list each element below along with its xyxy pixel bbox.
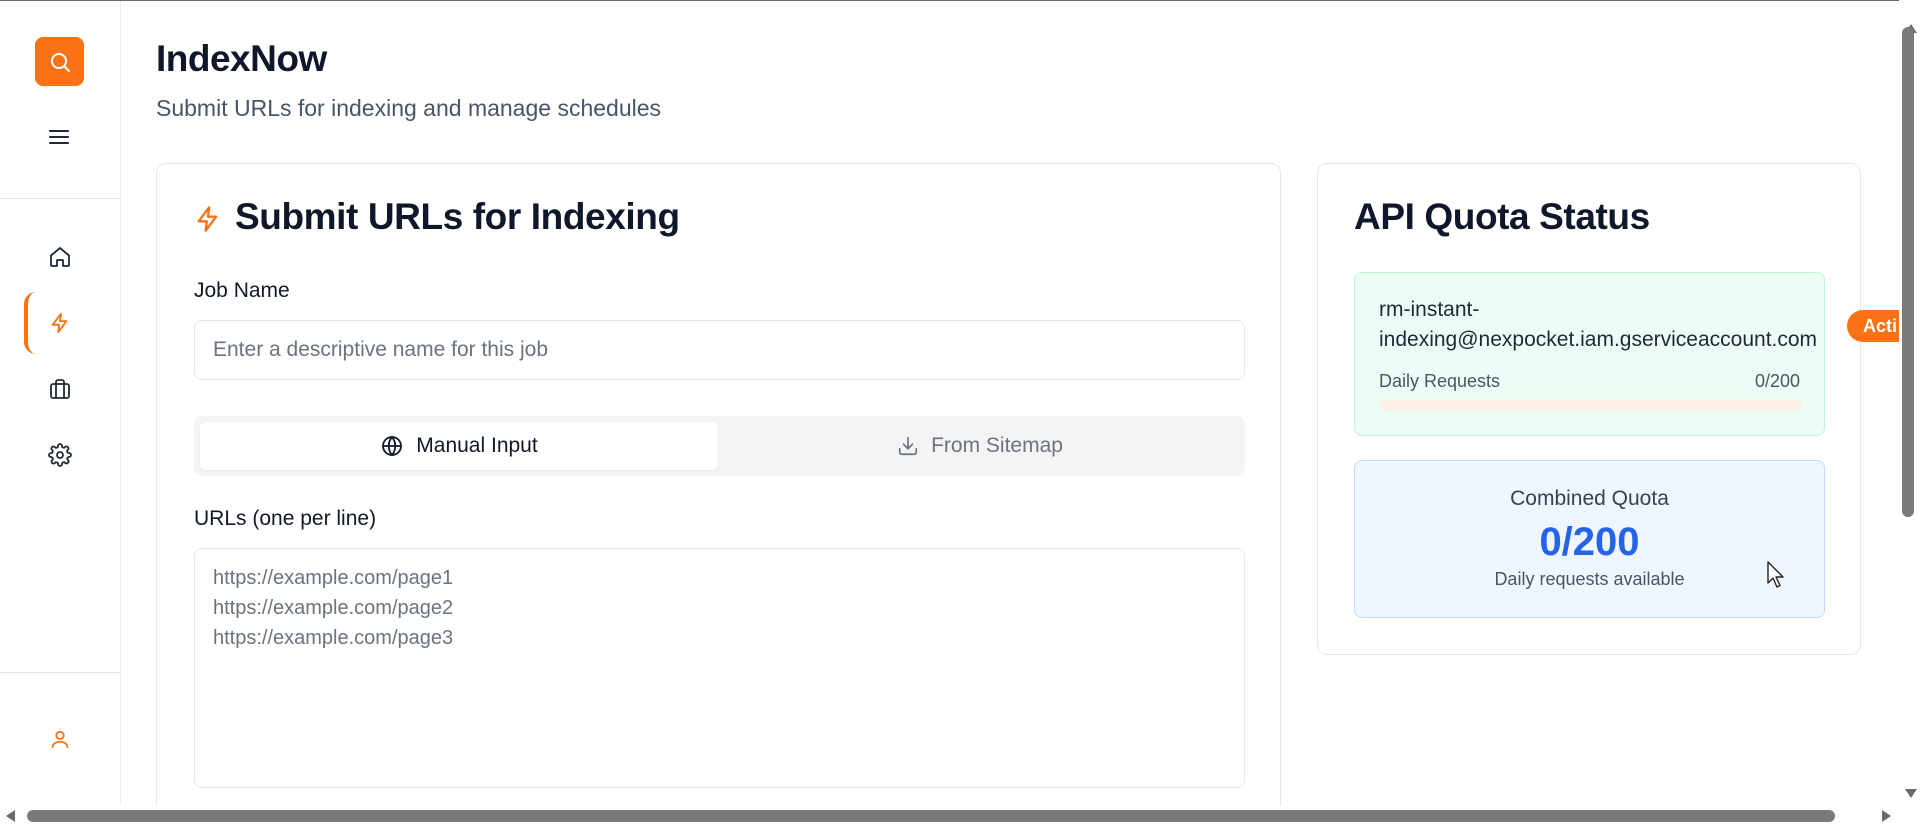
urls-placeholder-line: https://example.com/page2 (213, 597, 454, 619)
page-title: IndexNow (156, 38, 327, 79)
sidebar-divider (0, 672, 120, 673)
tab-manual-input[interactable]: Manual Input (200, 422, 718, 470)
bolt-icon (51, 312, 68, 334)
input-mode-tabs: Manual Input From Sitemap (194, 416, 1245, 476)
tab-from-sitemap-label: From Sitemap (931, 434, 1063, 457)
urls-placeholder-line: https://example.com/page3 (213, 627, 454, 649)
job-name-label: Job Name (194, 279, 290, 302)
service-account-email: rm-instant- indexing@nexpocket.iam.gserv… (1379, 295, 1817, 355)
page-subtitle: Submit URLs for indexing and manage sche… (156, 95, 662, 121)
sidebar-item-home[interactable] (0, 226, 120, 288)
service-account-email-line: rm-instant- (1379, 298, 1480, 321)
daily-requests-label: Daily Requests (1379, 371, 1501, 391)
urls-placeholder-line: https://example.com/page1 (213, 567, 454, 589)
briefcase-icon (50, 379, 70, 399)
search-icon (50, 52, 70, 72)
logo[interactable] (35, 37, 84, 86)
daily-requests-value: 0/200 (1754, 371, 1800, 391)
mouse-cursor-icon (1767, 561, 1784, 588)
menu-toggle-button[interactable] (47, 125, 71, 149)
quota-card-title: API Quota Status (1354, 196, 1650, 237)
combined-quota-value: 0/200 (1539, 520, 1640, 564)
job-name-input[interactable] (194, 320, 1245, 380)
window-top-border (0, 0, 1920, 1)
service-account-quota: rm-instant- indexing@nexpocket.iam.gserv… (1354, 272, 1825, 436)
sidebar-divider (0, 198, 120, 199)
sidebar-item-settings[interactable] (0, 424, 120, 486)
urls-textarea[interactable]: https://example.com/page1 https://exampl… (194, 548, 1245, 788)
bolt-icon (197, 206, 218, 232)
scroll-right-arrow-icon[interactable] (1882, 810, 1891, 822)
combined-quota: Combined Quota 0/200 Daily requests avai… (1354, 460, 1825, 618)
daily-requests-progress (1379, 399, 1802, 411)
home-icon (50, 247, 70, 267)
sidebar (0, 1, 121, 804)
user-icon (51, 730, 69, 749)
profile-button[interactable] (0, 708, 120, 770)
submit-urls-card: Submit URLs for Indexing Job Name Manual… (156, 163, 1281, 827)
combined-quota-subtext: Daily requests available (1494, 569, 1685, 589)
horizontal-scrollbar-thumb[interactable] (27, 810, 1835, 822)
vertical-scrollbar-thumb[interactable] (1902, 27, 1914, 517)
sidebar-item-indexnow[interactable] (0, 292, 120, 354)
combined-quota-label: Combined Quota (1510, 487, 1669, 510)
gear-icon (48, 443, 72, 467)
tab-manual-input-label: Manual Input (416, 434, 538, 457)
scroll-down-arrow-icon[interactable] (1905, 789, 1917, 798)
download-icon (898, 436, 918, 456)
submit-card-title: Submit URLs for Indexing (235, 196, 680, 237)
sidebar-item-jobs[interactable] (0, 358, 120, 420)
scroll-left-arrow-icon[interactable] (6, 810, 15, 822)
globe-icon (382, 435, 403, 457)
tab-from-sitemap[interactable]: From Sitemap (721, 422, 1239, 470)
urls-label: URLs (one per line) (194, 507, 377, 530)
menu-icon (49, 130, 69, 144)
service-account-email-line: indexing@nexpocket.iam.gserviceaccount.c… (1379, 328, 1818, 351)
